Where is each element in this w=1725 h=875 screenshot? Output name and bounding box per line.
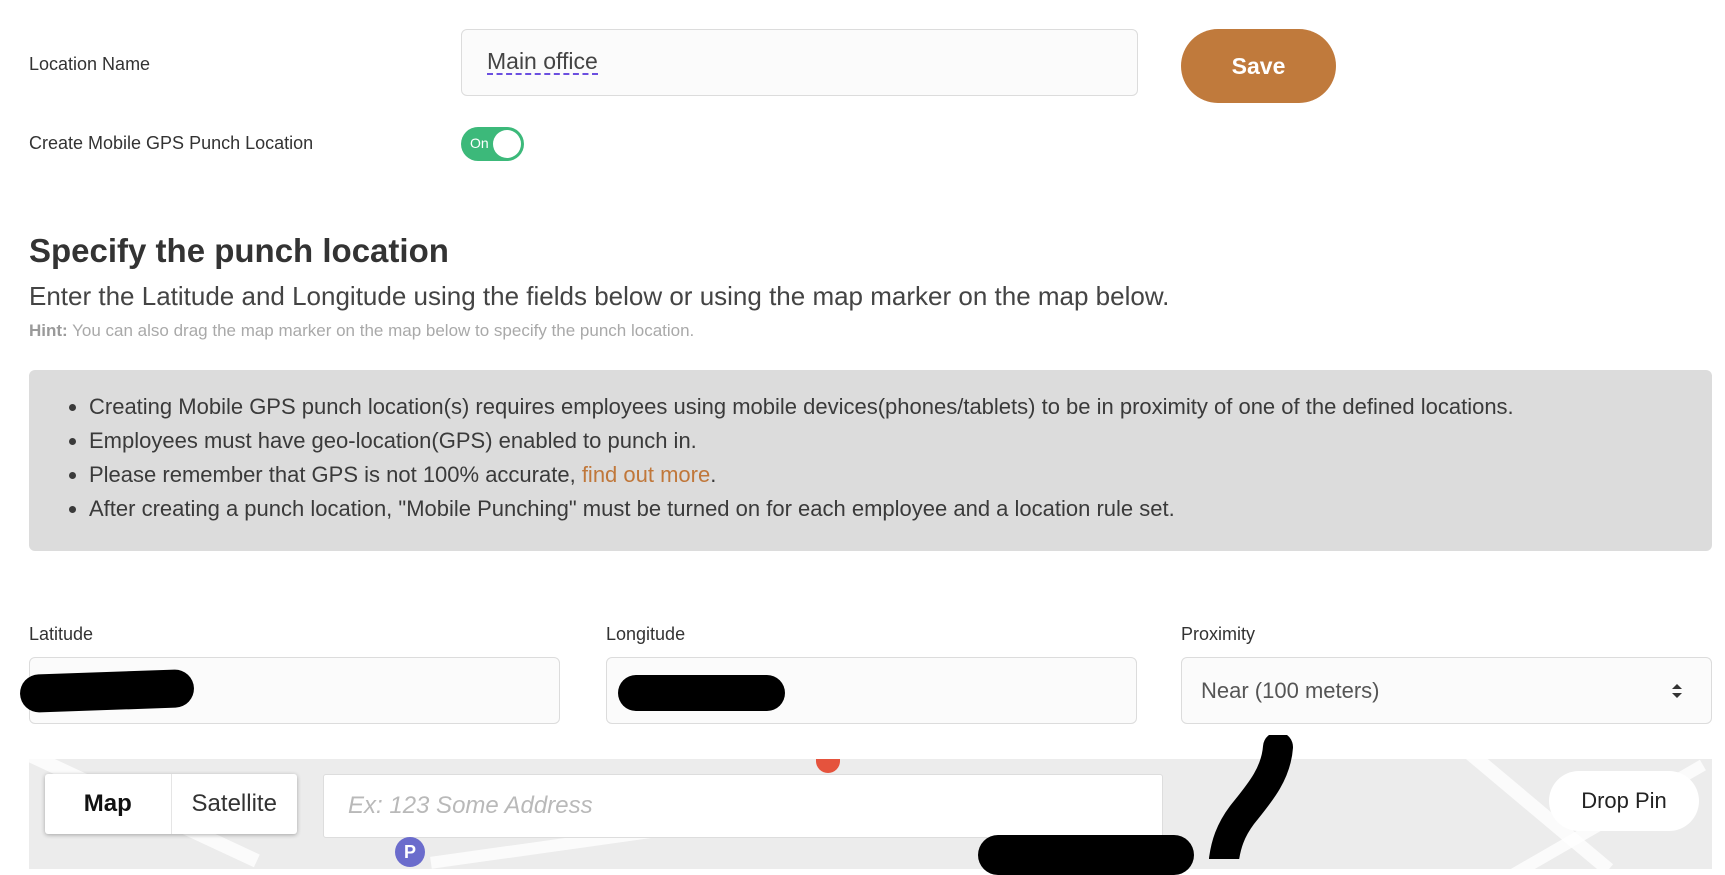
location-name-input[interactable]: Main office: [461, 29, 1138, 96]
save-button[interactable]: Save: [1181, 29, 1336, 103]
map-type-control: Map Satellite: [45, 774, 297, 834]
redaction-longitude: [618, 675, 785, 711]
tab-satellite[interactable]: Satellite: [172, 774, 298, 834]
section-title: Specify the punch location: [29, 232, 449, 269]
proximity-value: Near (100 meters): [1201, 678, 1380, 703]
info-list: Creating Mobile GPS punch location(s) re…: [89, 390, 1712, 526]
hint-text: You can also drag the map marker on the …: [72, 321, 695, 340]
location-name-label: Location Name: [29, 54, 151, 74]
longitude-label: Longitude: [606, 624, 686, 644]
select-arrows-icon: [1672, 684, 1682, 698]
proximity-label: Proximity: [1181, 624, 1256, 644]
info-item: Employees must have geo-location(GPS) en…: [89, 424, 1712, 458]
hint: Hint: You can also drag the map marker o…: [29, 321, 694, 341]
find-out-more-link[interactable]: find out more: [582, 462, 710, 487]
info-item: Please remember that GPS is not 100% acc…: [89, 458, 1712, 492]
gps-toggle-text: On: [470, 135, 489, 151]
map-marker-icon[interactable]: [816, 759, 840, 773]
redaction-scribble: [1209, 735, 1293, 859]
gps-label: Create Mobile GPS Punch Location: [29, 133, 314, 153]
redaction-latitude: [19, 668, 195, 714]
location-name-value: Main office: [487, 48, 598, 75]
map-container[interactable]: Map Satellite Ex: 123 Some Address Drop …: [29, 759, 1712, 869]
section-subtitle: Enter the Latitude and Longitude using t…: [29, 281, 1170, 311]
info-item-text: Please remember that GPS is not 100% acc…: [89, 462, 582, 487]
redaction-map: [978, 835, 1194, 875]
toggle-knob: [493, 130, 521, 158]
info-panel: Creating Mobile GPS punch location(s) re…: [29, 370, 1712, 551]
address-search-input[interactable]: Ex: 123 Some Address: [323, 774, 1163, 838]
gps-toggle[interactable]: On: [461, 127, 524, 161]
parking-icon: P: [395, 837, 425, 867]
tab-map[interactable]: Map: [45, 774, 172, 834]
latitude-label: Latitude: [29, 624, 94, 644]
info-item: After creating a punch location, "Mobile…: [89, 492, 1712, 526]
info-item-text: .: [710, 462, 717, 487]
proximity-select[interactable]: Near (100 meters): [1181, 657, 1712, 724]
hint-label: Hint:: [29, 321, 68, 340]
drop-pin-button[interactable]: Drop Pin: [1549, 771, 1699, 831]
info-item: Creating Mobile GPS punch location(s) re…: [89, 390, 1712, 424]
